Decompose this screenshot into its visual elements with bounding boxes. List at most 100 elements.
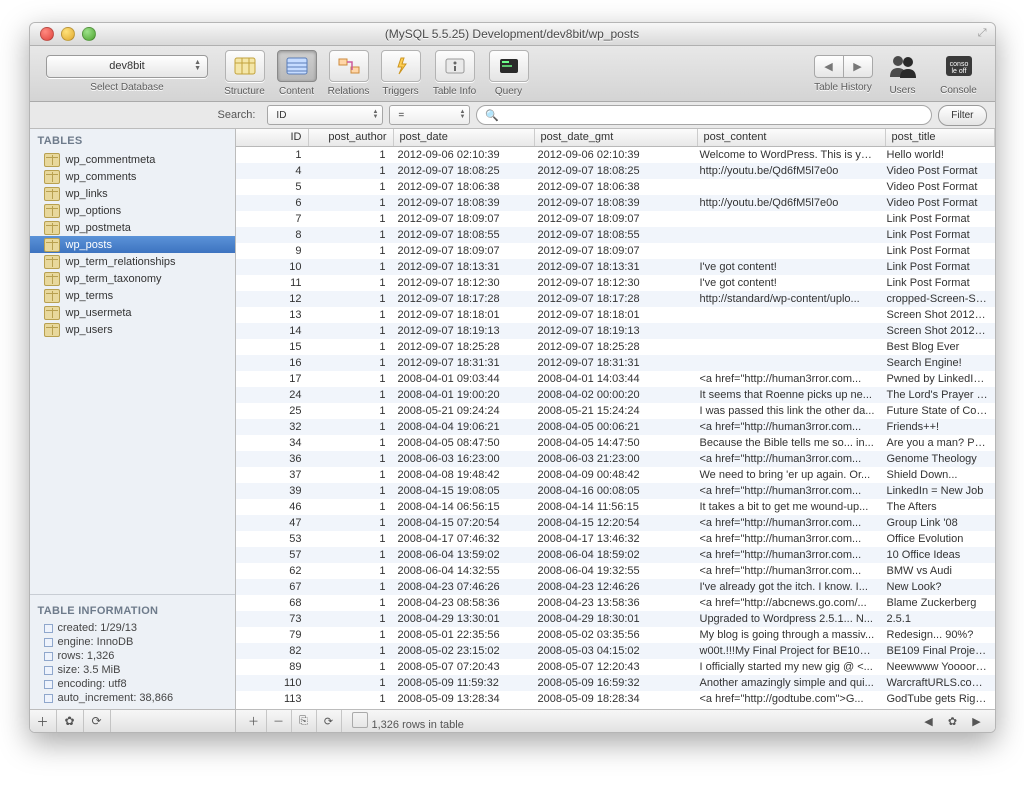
- table-row[interactable]: 1712008-04-01 09:03:442008-04-01 14:03:4…: [236, 371, 995, 387]
- table-row[interactable]: 1112012-09-07 18:12:302012-09-07 18:12:3…: [236, 275, 995, 291]
- table-row[interactable]: 2512008-05-21 09:24:242008-05-21 15:24:2…: [236, 403, 995, 419]
- table-row[interactable]: 6212008-06-04 14:32:552008-06-04 19:32:5…: [236, 563, 995, 579]
- expand-icon[interactable]: ⤢: [978, 27, 987, 40]
- table-info-row: created: 1/29/13: [30, 621, 235, 635]
- remove-row-button[interactable]: －: [267, 710, 292, 732]
- table-row[interactable]: 7912008-05-01 22:35:562008-05-02 03:35:5…: [236, 627, 995, 643]
- table-row[interactable]: 1312012-09-07 18:18:012012-09-07 18:18:0…: [236, 307, 995, 323]
- query-button[interactable]: Query: [483, 50, 535, 97]
- table-row[interactable]: 612012-09-07 18:08:392012-09-07 18:08:39…: [236, 195, 995, 211]
- window-title: (MySQL 5.5.25) Development/dev8bit/wp_po…: [30, 27, 995, 41]
- table-row[interactable]: 512012-09-07 18:06:382012-09-07 18:06:38…: [236, 179, 995, 195]
- grid-actions-button[interactable]: ✿: [941, 710, 965, 732]
- sidebar-table-item[interactable]: wp_posts: [30, 236, 235, 253]
- sidebar-table-item[interactable]: wp_users: [30, 321, 235, 338]
- table-row[interactable]: 3912008-04-15 19:08:052008-04-16 00:08:0…: [236, 483, 995, 499]
- table-row[interactable]: 812012-09-07 18:08:552012-09-07 18:08:55…: [236, 227, 995, 243]
- sidebar-table-item[interactable]: wp_postmeta: [30, 219, 235, 236]
- table-row[interactable]: 1412012-09-07 18:19:132012-09-07 18:19:1…: [236, 323, 995, 339]
- info-bullet-icon: [44, 624, 53, 633]
- sidebar-table-item[interactable]: wp_comments: [30, 168, 235, 185]
- table-row[interactable]: 1212012-09-07 18:17:282012-09-07 18:17:2…: [236, 291, 995, 307]
- triggers-button[interactable]: Triggers: [375, 50, 427, 97]
- relations-button[interactable]: Relations: [323, 50, 375, 97]
- structure-button[interactable]: Structure: [219, 50, 271, 97]
- table-row[interactable]: 4612008-04-14 06:56:152008-04-14 11:56:1…: [236, 499, 995, 515]
- tableinfo-icon: [435, 50, 475, 82]
- search-icon: 🔍: [485, 109, 499, 122]
- table-row[interactable]: 712012-09-07 18:09:072012-09-07 18:09:07…: [236, 211, 995, 227]
- table-row[interactable]: 412012-09-07 18:08:252012-09-07 18:08:25…: [236, 163, 995, 179]
- svg-text:conso: conso: [949, 61, 968, 68]
- refresh-tables-button[interactable]: ⟳: [84, 710, 111, 732]
- sidebar-table-item[interactable]: wp_links: [30, 185, 235, 202]
- table-name: wp_links: [66, 188, 108, 200]
- col-post-content[interactable]: post_content: [698, 129, 886, 146]
- sidebar-table-item[interactable]: wp_usermeta: [30, 304, 235, 321]
- sidebar-table-item[interactable]: wp_commentmeta: [30, 151, 235, 168]
- table-row[interactable]: 8212008-05-02 23:15:022008-05-03 04:15:0…: [236, 643, 995, 659]
- refresh-rows-button[interactable]: ⟳: [317, 710, 342, 732]
- table-row[interactable]: 3212008-04-04 19:06:212008-04-05 00:06:2…: [236, 419, 995, 435]
- history-back-button[interactable]: ◀: [814, 55, 843, 78]
- users-button[interactable]: Users: [877, 51, 929, 96]
- table-row[interactable]: 6812008-04-23 08:58:362008-04-23 13:58:3…: [236, 595, 995, 611]
- table-row[interactable]: 11012008-05-09 11:59:322008-05-09 16:59:…: [236, 675, 995, 691]
- col-post-date[interactable]: post_date: [394, 129, 535, 146]
- table-row[interactable]: 11312008-05-09 13:28:342008-05-09 18:28:…: [236, 691, 995, 707]
- grid-body[interactable]: 112012-09-06 02:10:392012-09-06 02:10:39…: [236, 147, 995, 709]
- table-row[interactable]: 1512012-09-07 18:25:282012-09-07 18:25:2…: [236, 339, 995, 355]
- content-area: TABLES wp_commentmeta wp_comments wp_links…: [30, 129, 995, 732]
- table-icon: [44, 238, 60, 252]
- filter-button[interactable]: Filter: [938, 105, 986, 126]
- table-row[interactable]: 4712008-04-15 07:20:542008-04-15 12:20:5…: [236, 515, 995, 531]
- table-row[interactable]: 8912008-05-07 07:20:432008-05-07 12:20:4…: [236, 659, 995, 675]
- table-row[interactable]: 912012-09-07 18:09:072012-09-07 18:09:07…: [236, 243, 995, 259]
- col-post-title[interactable]: post_title: [886, 129, 995, 146]
- table-name: wp_term_relationships: [66, 256, 176, 268]
- table-row[interactable]: 2412008-04-01 19:00:202008-04-02 00:00:2…: [236, 387, 995, 403]
- duplicate-row-button[interactable]: ⎘: [292, 710, 317, 732]
- svg-text:le off: le off: [951, 68, 966, 75]
- table-row[interactable]: 1012012-09-07 18:13:312012-09-07 18:13:3…: [236, 259, 995, 275]
- minimize-window-icon[interactable]: [61, 27, 75, 41]
- sidebar-table-item[interactable]: wp_term_relationships: [30, 253, 235, 270]
- sidebar-table-item[interactable]: wp_term_taxonomy: [30, 270, 235, 287]
- history-forward-button[interactable]: ▶: [843, 55, 873, 78]
- table-row[interactable]: 112012-09-06 02:10:392012-09-06 02:10:39…: [236, 147, 995, 163]
- next-page-button[interactable]: ▶: [965, 710, 989, 732]
- close-window-icon[interactable]: [40, 27, 54, 41]
- tables-header: TABLES: [30, 129, 235, 151]
- zoom-window-icon[interactable]: [82, 27, 96, 41]
- add-row-button[interactable]: ＋: [242, 710, 267, 732]
- table-row[interactable]: 3612008-06-03 16:23:002008-06-03 21:23:0…: [236, 451, 995, 467]
- content-button[interactable]: Content: [271, 50, 323, 97]
- table-icon: [44, 306, 60, 320]
- search-input[interactable]: 🔍: [476, 105, 932, 125]
- titlebar: (MySQL 5.5.25) Development/dev8bit/wp_po…: [30, 23, 995, 46]
- sidebar-table-item[interactable]: wp_terms: [30, 287, 235, 304]
- add-table-button[interactable]: ＋: [30, 710, 57, 732]
- table-icon: [44, 153, 60, 167]
- col-post-date-gmt[interactable]: post_date_gmt: [535, 129, 698, 146]
- col-id[interactable]: ID: [236, 129, 309, 146]
- search-field-select[interactable]: ID ▲▼: [267, 105, 383, 125]
- table-actions-button[interactable]: ✿: [57, 710, 84, 732]
- table-name: wp_commentmeta: [66, 154, 156, 166]
- table-row[interactable]: 3712008-04-08 19:48:422008-04-09 00:48:4…: [236, 467, 995, 483]
- tableinfo-button[interactable]: Table Info: [427, 50, 483, 97]
- table-row[interactable]: 5312008-04-17 07:46:322008-04-17 13:46:3…: [236, 531, 995, 547]
- structure-icon: [225, 50, 265, 82]
- prev-page-button[interactable]: ◀: [917, 710, 941, 732]
- console-button[interactable]: console off Console: [933, 51, 985, 96]
- col-post-author[interactable]: post_author: [309, 129, 394, 146]
- table-row[interactable]: 5712008-06-04 13:59:022008-06-04 18:59:0…: [236, 547, 995, 563]
- table-row[interactable]: 6712008-04-23 07:46:262008-04-23 12:46:2…: [236, 579, 995, 595]
- search-operator-select[interactable]: = ▲▼: [389, 105, 470, 125]
- table-row[interactable]: 1612012-09-07 18:31:312012-09-07 18:31:3…: [236, 355, 995, 371]
- row-count: 1,326 rows in table: [372, 719, 464, 731]
- database-selector[interactable]: dev8bit ▲▼: [46, 55, 208, 78]
- table-row[interactable]: 7312008-04-29 13:30:012008-04-29 18:30:0…: [236, 611, 995, 627]
- table-row[interactable]: 3412008-04-05 08:47:502008-04-05 14:47:5…: [236, 435, 995, 451]
- sidebar-table-item[interactable]: wp_options: [30, 202, 235, 219]
